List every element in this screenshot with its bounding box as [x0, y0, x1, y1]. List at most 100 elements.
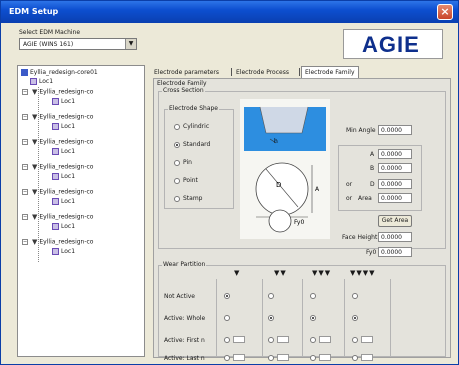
- shape-option-standard[interactable]: Standard: [174, 141, 210, 148]
- wear-radio[interactable]: [310, 354, 316, 361]
- wear-count-field[interactable]: [233, 336, 245, 343]
- expander-icon[interactable]: −: [22, 164, 28, 170]
- wear-radio-with-field[interactable]: [268, 336, 289, 343]
- tree-electrode-item[interactable]: − ▼ Eyllia_redesign-co: [22, 88, 93, 97]
- expander-icon[interactable]: −: [22, 239, 28, 245]
- electrode-tree[interactable]: Eyllia_redesign-core01 Loc1 − ▼ Eyllia_red…: [17, 65, 145, 357]
- shape-option-label: Standard: [183, 141, 211, 148]
- wear-radio-with-field[interactable]: [310, 336, 331, 343]
- wear-radio[interactable]: [268, 315, 274, 321]
- tree-location-item[interactable]: Loc1: [52, 223, 75, 232]
- expander-icon[interactable]: −: [22, 139, 28, 145]
- window-title: EDM Setup: [9, 7, 59, 16]
- wear-radio[interactable]: [310, 293, 316, 299]
- tree-location-item[interactable]: Loc1: [52, 98, 75, 107]
- chevron-down-icon[interactable]: ▼: [125, 39, 136, 49]
- get-area-button[interactable]: Get Area: [378, 215, 412, 227]
- wear-radio[interactable]: [224, 336, 230, 343]
- wear-radio[interactable]: [268, 293, 274, 299]
- location-icon: [52, 223, 59, 230]
- wear-radio-with-field[interactable]: [310, 354, 331, 361]
- shape-option-stamp[interactable]: Stamp: [174, 195, 203, 202]
- radio-button[interactable]: [174, 159, 180, 166]
- wear-count-field[interactable]: [233, 354, 245, 361]
- min-angle-label: Min Angle: [346, 127, 376, 134]
- tree-electrode-item[interactable]: − ▼ Eyllia_redesign-co: [22, 113, 93, 122]
- location-icon: [52, 98, 59, 105]
- wear-radio-with-field[interactable]: [224, 354, 245, 361]
- title-bar[interactable]: EDM Setup ×: [1, 1, 458, 23]
- tree-electrode-label: Eyllia_redesign-co: [39, 188, 94, 196]
- electrode-family-label: Electrode Family: [156, 80, 208, 87]
- wear-radio-with-field[interactable]: [352, 354, 373, 361]
- close-button[interactable]: ×: [437, 4, 453, 20]
- tab-electrode-family[interactable]: Electrode Family: [301, 66, 359, 78]
- dim-d-label: D: [370, 181, 375, 188]
- fy0-diagram: Fy0: [268, 209, 304, 233]
- tree-electrode-item[interactable]: − ▼ Eyllia_redesign-co: [22, 188, 94, 197]
- tree-location-item[interactable]: Loc1: [52, 198, 75, 207]
- shape-option-pin[interactable]: Pin: [174, 159, 192, 166]
- shape-option-label: Stamp: [183, 195, 203, 202]
- min-angle-field[interactable]: 0.0000: [378, 125, 412, 135]
- tree-location-label: Loc1: [61, 198, 76, 205]
- wear-radio[interactable]: [224, 354, 230, 361]
- wear-radio-with-field[interactable]: [268, 354, 289, 361]
- dim-b-field[interactable]: 0.0000: [378, 163, 412, 173]
- face-height-label: Face Height: [342, 234, 378, 241]
- tree-location-item[interactable]: Loc1: [52, 248, 75, 257]
- expander-icon[interactable]: −: [22, 89, 28, 95]
- tree-electrode-item[interactable]: − ▼ Eyllia_redesign-co: [22, 213, 93, 222]
- wear-radio[interactable]: [268, 354, 274, 361]
- wear-count-field[interactable]: [277, 336, 289, 343]
- tree-electrode-item[interactable]: − ▼ Eyllia_redesign-co: [22, 163, 93, 172]
- tree-loc-top[interactable]: Loc1: [30, 78, 53, 87]
- wear-count-field[interactable]: [319, 354, 331, 361]
- close-icon: ×: [440, 5, 450, 18]
- tree-location-item[interactable]: Loc1: [52, 173, 75, 182]
- tab-electrode-process[interactable]: Electrode Process: [233, 67, 292, 78]
- face-height-field[interactable]: 0.0000: [378, 232, 412, 242]
- tree-location-item[interactable]: Loc1: [52, 123, 75, 132]
- radio-button[interactable]: [174, 177, 180, 184]
- wear-radio[interactable]: [268, 336, 274, 343]
- wear-radio[interactable]: [310, 336, 316, 343]
- tab-electrode-parameters[interactable]: Electrode parameters: [151, 67, 222, 78]
- fy0-circle: [268, 209, 292, 233]
- wear-count-field[interactable]: [361, 336, 373, 343]
- radio-button[interactable]: [174, 195, 180, 202]
- wear-column-4: ▼▼▼▼: [350, 269, 376, 277]
- shape-option-point[interactable]: Point: [174, 177, 198, 184]
- tree-electrode-item[interactable]: − ▼ Eyllia_redesign-co: [22, 238, 93, 247]
- wear-radio-with-field[interactable]: [224, 336, 245, 343]
- wear-radio[interactable]: [224, 315, 230, 321]
- wear-radio[interactable]: [352, 336, 358, 343]
- electrode-icon: ▼: [32, 213, 38, 221]
- wear-count-field[interactable]: [361, 354, 373, 361]
- radio-button[interactable]: [174, 123, 180, 130]
- fy0-field[interactable]: 0.0000: [378, 247, 412, 257]
- wear-radio[interactable]: [352, 293, 358, 299]
- wear-radio-with-field[interactable]: [352, 336, 373, 343]
- shape-option-label: Pin: [183, 159, 192, 166]
- expander-icon[interactable]: −: [22, 189, 28, 195]
- tree-electrode-item[interactable]: − ▼ Eyllia_redesign-co: [22, 138, 93, 147]
- radio-button-selected[interactable]: [174, 141, 180, 148]
- area-field[interactable]: 0.0000: [378, 193, 412, 203]
- wear-radio[interactable]: [352, 315, 358, 321]
- wear-radio[interactable]: [224, 293, 230, 299]
- wear-count-field[interactable]: [277, 354, 289, 361]
- expander-icon[interactable]: −: [22, 114, 28, 120]
- column-divider: [262, 279, 263, 357]
- expander-icon[interactable]: −: [22, 214, 28, 220]
- shape-option-cylindric[interactable]: Cylindric: [174, 123, 209, 130]
- wear-radio[interactable]: [310, 315, 316, 321]
- tree-root[interactable]: Eyllia_redesign-core01: [21, 69, 98, 78]
- column-divider: [390, 279, 391, 357]
- dim-a-field[interactable]: 0.0000: [378, 149, 412, 159]
- wear-count-field[interactable]: [319, 336, 331, 343]
- wear-radio[interactable]: [352, 354, 358, 361]
- machine-select[interactable]: AGIE (WINS 161) ▼: [19, 38, 137, 50]
- tree-location-item[interactable]: Loc1: [52, 148, 75, 157]
- dim-d-field[interactable]: 0.0000: [378, 179, 412, 189]
